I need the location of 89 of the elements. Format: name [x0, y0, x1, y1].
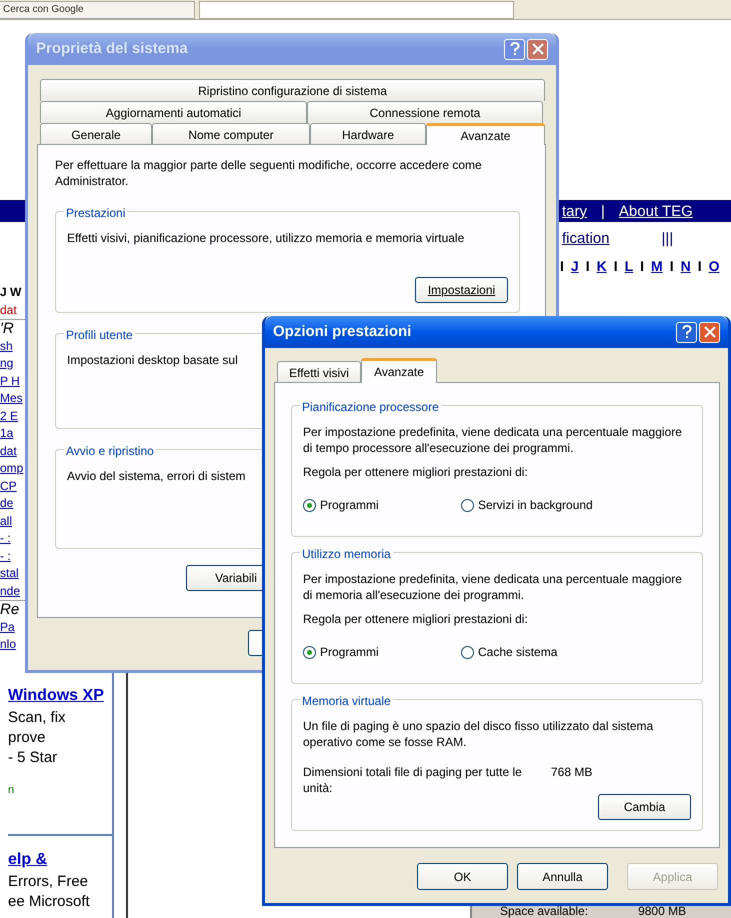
group-text: Per impostazione predefinita, viene dedicata una percentuale maggiore di tempo processore all'esecuzione dei programmi. — [303, 424, 683, 456]
link-text[interactable]: stal — [0, 565, 26, 582]
text-fragment: J W — [0, 284, 22, 301]
group-text: Avvio del sistema, errori di sistem — [67, 468, 246, 484]
link-text[interactable]: dat — [0, 442, 26, 460]
separator-text: | — [601, 202, 605, 222]
letter-link[interactable]: J — [570, 256, 579, 277]
separator-text: I — [670, 257, 674, 276]
link-text[interactable]: - : — [0, 530, 26, 548]
browser-tab[interactable]: Cerca con Google — [0, 1, 195, 19]
tab[interactable]: Connessione remota — [307, 101, 543, 123]
tab[interactable]: Hardware — [310, 123, 426, 145]
link-text[interactable]: 2 E — [0, 408, 26, 425]
size-label: Dimensioni totali file di paging per tutte le unità: — [303, 764, 523, 796]
ad-url[interactable]: n — [8, 782, 112, 798]
prompt-text: Regola per ottenere migliori prestazioni di: — [303, 464, 529, 481]
link-text[interactable]: nde — [0, 582, 26, 600]
letter-link[interactable]: M — [651, 256, 663, 277]
link-text[interactable]: 1a — [0, 425, 26, 442]
ad-title-link[interactable]: elp & — [8, 848, 112, 872]
tab[interactable]: Ripristino configurazione di sistema — [40, 79, 545, 101]
group-text: Per impostazione predefinita, viene dedicata una percentuale maggiore di memoria all'esecuzione dei programmi. — [303, 571, 683, 603]
prompt-text: Regola per ottenere migliori prestazioni di: — [303, 611, 529, 628]
help-button[interactable] — [676, 322, 697, 342]
radio-button[interactable] — [303, 498, 316, 512]
link-text[interactable]: P H — [0, 372, 26, 390]
link-text[interactable]: omp — [0, 460, 26, 478]
close-button[interactable] — [527, 38, 548, 60]
link-text[interactable]: ng — [0, 355, 26, 372]
help-icon — [510, 42, 520, 56]
close-icon — [532, 43, 544, 55]
status-label: Space available: — [500, 903, 588, 918]
radio-button[interactable] — [461, 498, 474, 512]
link-text[interactable]: Mes — [0, 390, 26, 408]
ad-text: Scan, fix — [8, 708, 67, 728]
close-icon — [704, 326, 716, 338]
link-text[interactable]: all — [0, 512, 26, 530]
tab[interactable]: Aggiornamenti automatici — [40, 101, 307, 123]
button[interactable]: Annulla — [517, 863, 608, 890]
tab[interactable]: Avanzate — [361, 358, 437, 383]
tab[interactable]: Effetti visivi — [277, 361, 361, 383]
letter-link[interactable]: O — [708, 256, 720, 277]
group-text: Effetti visivi, pianificazione processore, utilizzo memoria e memoria virtuale — [67, 230, 466, 246]
separator-text: I — [614, 257, 618, 276]
separator-text: I — [560, 257, 564, 276]
help-icon — [682, 325, 692, 339]
nav-link[interactable]: fication — [562, 228, 610, 250]
letter-link[interactable]: N — [680, 256, 691, 277]
button[interactable]: OK — [417, 863, 508, 890]
help-button[interactable] — [504, 38, 525, 60]
link-text[interactable]: Pa — [0, 618, 26, 636]
letter-link[interactable]: L — [624, 256, 634, 277]
separator-text: ||| — [662, 229, 674, 249]
ad-text: Errors, Free — [8, 872, 90, 892]
group-text: Un file di paging è uno spazio del disco fisso utilizzato dal sistema operativo come se fosse RAM. — [303, 718, 654, 750]
radio-option[interactable]: Servizi in background — [461, 496, 593, 514]
separator-text: I — [640, 257, 644, 276]
window-title: Proprietà del sistema — [36, 38, 188, 59]
tab[interactable]: Generale — [40, 123, 152, 145]
ad-text: - 5 Star — [8, 748, 58, 768]
button[interactable]: Impostazioni — [415, 277, 508, 303]
close-button[interactable] — [699, 322, 720, 342]
tab[interactable]: Nome computer — [152, 123, 310, 145]
radio-option[interactable]: Cache sistema — [461, 643, 558, 661]
ad-text: ee Microsoft — [8, 892, 91, 912]
text-fragment: dat — [0, 302, 18, 318]
link-text[interactable]: nlo — [0, 636, 26, 654]
radio-option[interactable]: Programmi — [303, 496, 461, 514]
separator-text: I — [586, 257, 590, 276]
link-text[interactable]: CP — [0, 478, 26, 495]
link-text[interactable]: de — [0, 495, 26, 512]
radio-button[interactable] — [303, 646, 316, 658]
link-text[interactable]: sh — [0, 338, 26, 355]
button[interactable]: Cambia — [598, 794, 691, 820]
ad-title-link[interactable]: Windows XP — [8, 684, 112, 708]
nav-link[interactable]: About TEG — [618, 201, 693, 224]
ad-text: prove — [8, 728, 47, 748]
size-value: 768 MB — [551, 764, 592, 781]
status-value: 9800 MB — [638, 903, 686, 918]
letter-link[interactable]: K — [596, 256, 607, 277]
intro-text: Per effettuare la maggior parte delle seguenti modifiche, occorre accedere come Administrator. — [55, 157, 483, 189]
nav-link[interactable]: tary — [562, 201, 588, 224]
link-text[interactable]: - : — [0, 548, 26, 565]
tab[interactable]: Avanzate — [426, 123, 545, 145]
window-title: Opzioni prestazioni — [273, 322, 412, 342]
group-text: Impostazioni desktop basate sul — [67, 352, 238, 368]
separator-text: I — [698, 257, 702, 276]
radio-option[interactable]: Programmi — [303, 643, 461, 661]
radio-button[interactable] — [461, 646, 474, 658]
